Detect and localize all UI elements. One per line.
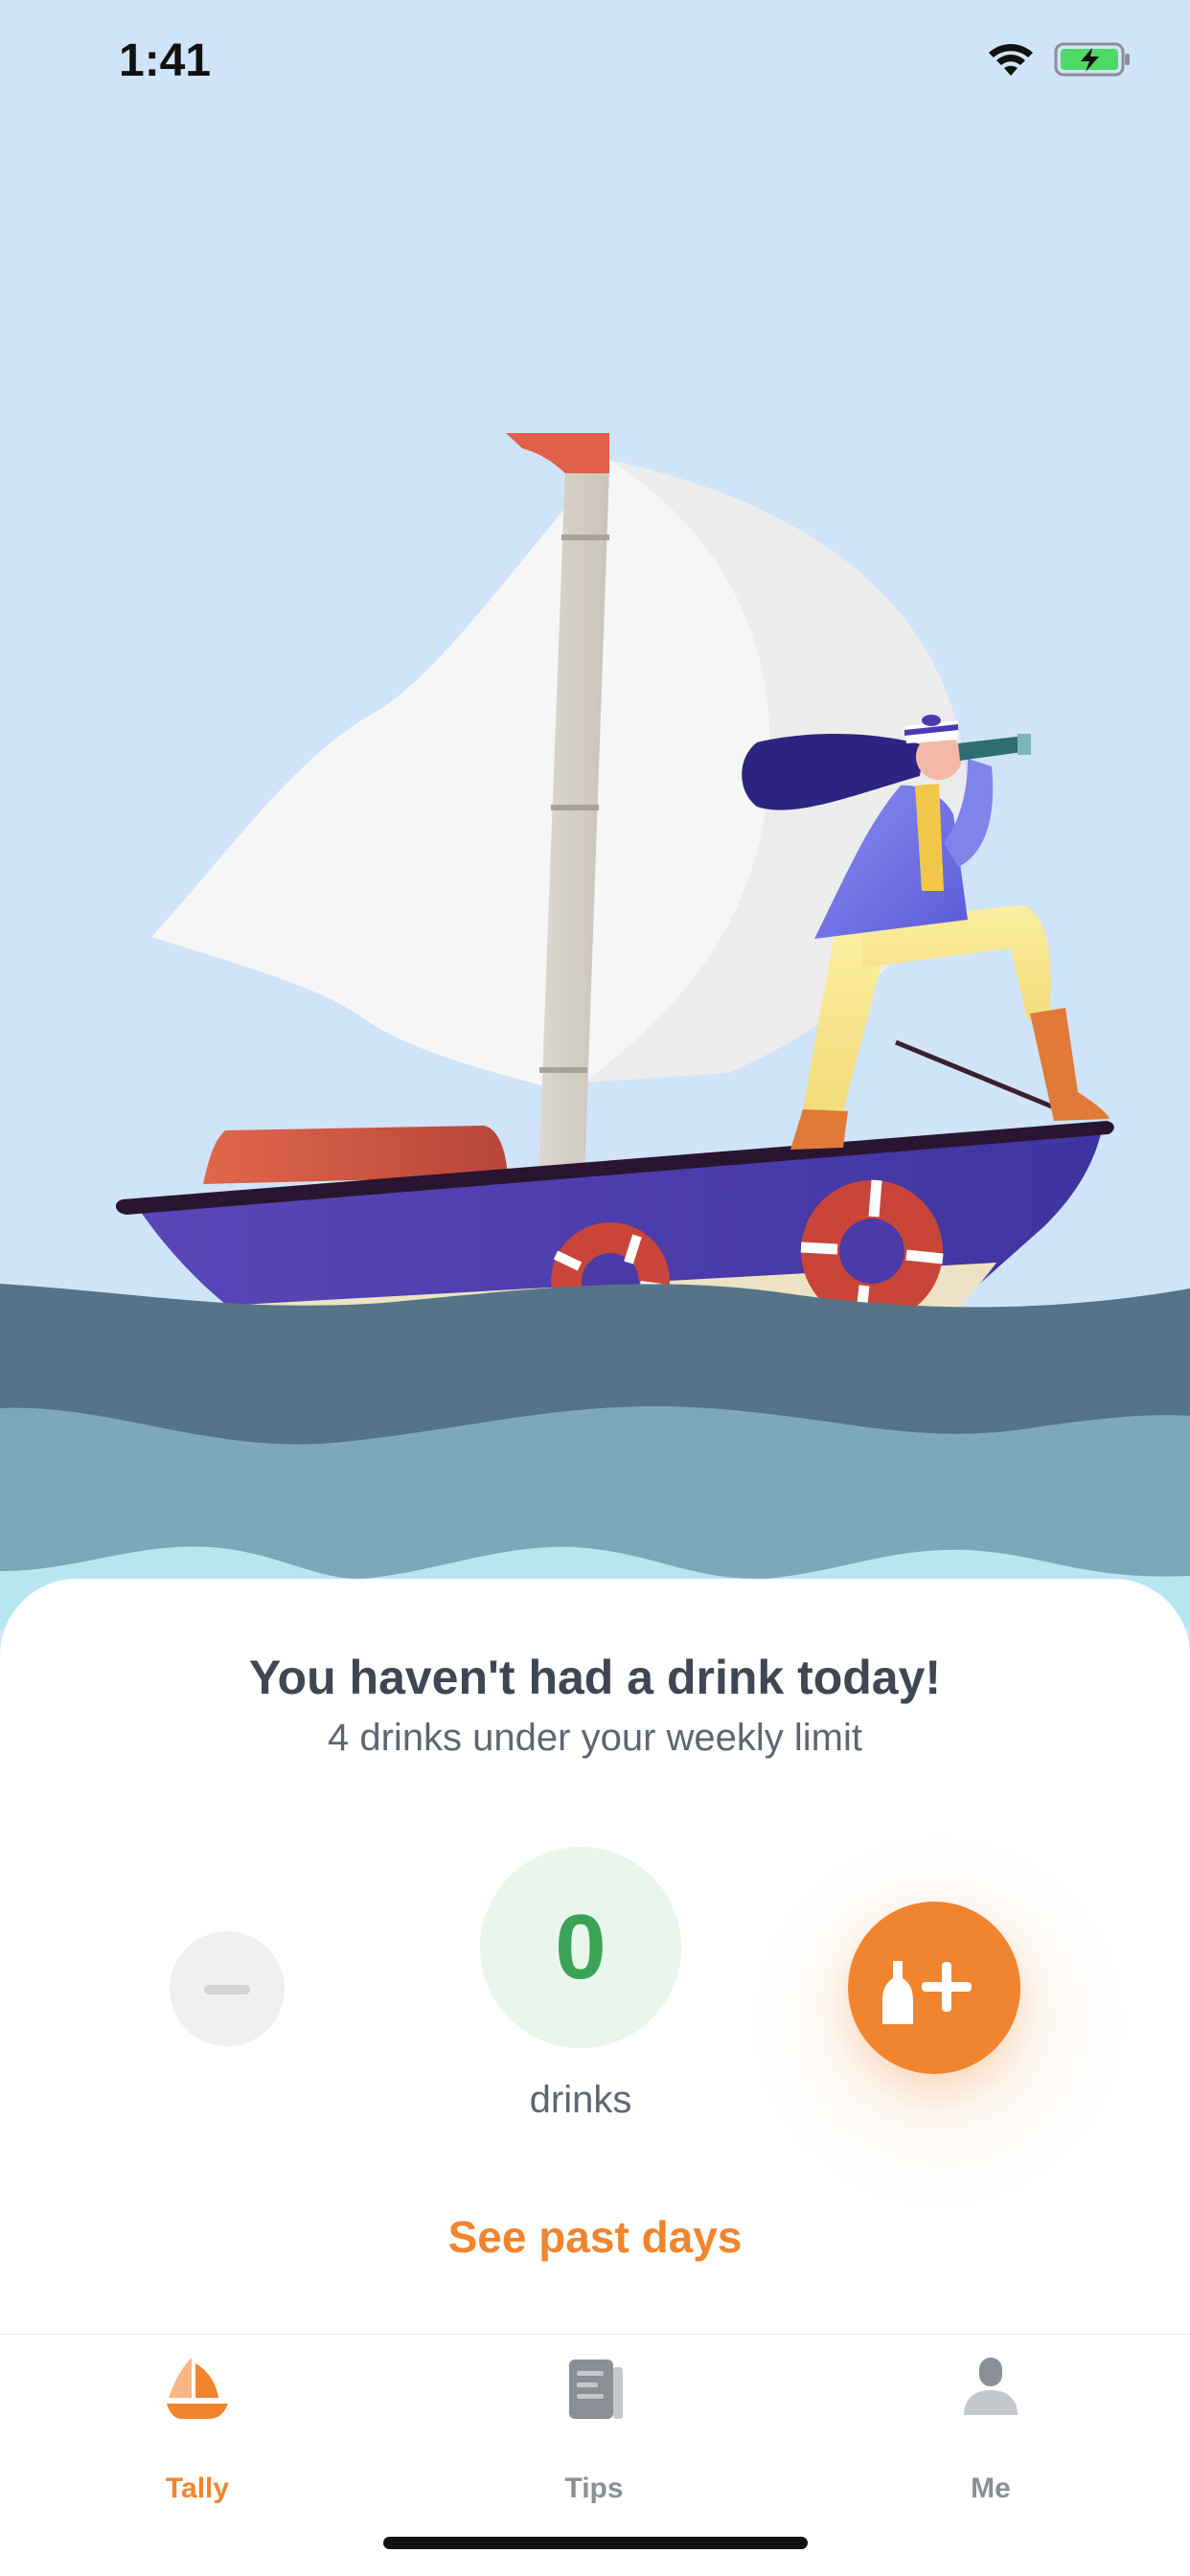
remove-drink-button[interactable] (170, 1931, 285, 2046)
tab-tips[interactable]: Tips (498, 2354, 690, 2504)
document-icon (569, 2359, 623, 2419)
drink-count-unit: drinks (529, 2079, 632, 2121)
tab-tally-label: Tally (165, 2473, 230, 2504)
sailboat-icon (167, 2358, 228, 2419)
tab-tips-label: Tips (564, 2473, 624, 2504)
add-drink-button[interactable] (848, 1902, 1020, 2074)
sailboat-illustration (0, 0, 1190, 1629)
tab-me-label: Me (971, 2473, 1011, 2504)
headline: You haven't had a drink today! (248, 1651, 942, 1704)
tab-tally[interactable]: Tally (102, 2354, 293, 2504)
drink-count-circle: 0 (480, 1847, 681, 2048)
minus-icon (204, 1985, 250, 1995)
home-indicator (383, 2537, 808, 2549)
drink-count: 0 (555, 1896, 606, 1998)
status-icons (987, 40, 1133, 79)
weekly-limit-text: 4 drinks under your weekly limit (328, 1717, 862, 1759)
tab-me[interactable]: Me (895, 2354, 1087, 2504)
status-time: 1:41 (119, 35, 212, 86)
bottle-plus-icon (882, 1961, 972, 2024)
person-icon (964, 2358, 1018, 2415)
wifi-icon (989, 44, 1033, 76)
status-bar: 1:41 (0, 0, 1190, 134)
battery-charging-icon (1054, 42, 1130, 77)
see-past-days-link[interactable]: See past days (0, 2211, 1190, 2263)
